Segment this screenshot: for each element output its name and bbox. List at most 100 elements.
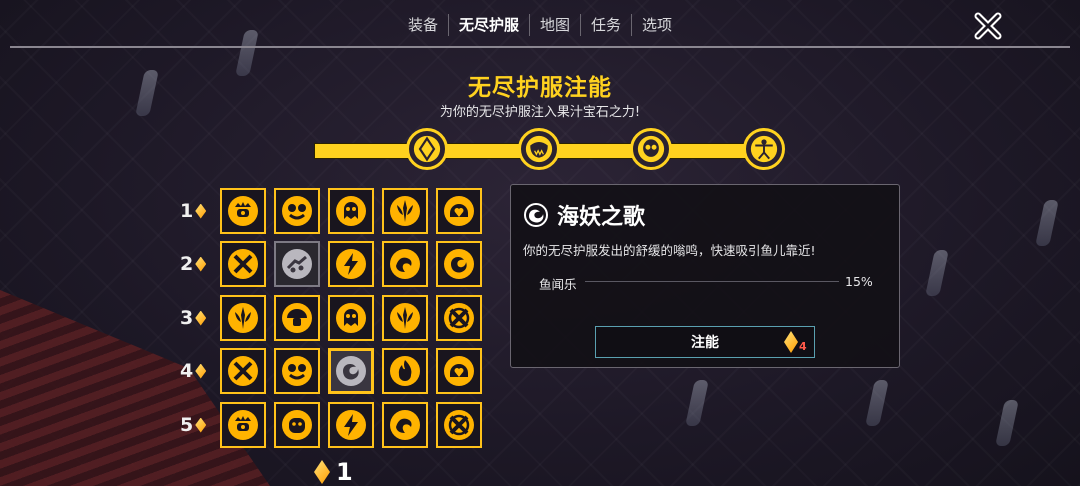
juice-gem-icon — [195, 417, 207, 433]
ability-slot-r2c5[interactable] — [436, 241, 482, 287]
stat-label: 鱼闻乐 — [539, 277, 577, 292]
juice-gem-icon — [784, 331, 798, 353]
page-title: 无尽护服注能 — [468, 75, 612, 101]
ability-detail-panel: 海妖之歌 你的无尽护服发出的舒缓的嗡鸣，快速吸引鱼儿靠近! 鱼闻乐 15% 注能… — [510, 184, 900, 368]
dragon-coil-icon — [444, 249, 474, 279]
ability-slot-r1c2[interactable] — [274, 188, 320, 234]
ability-slot-r4c1[interactable] — [220, 348, 266, 394]
ability-slot-r5c2[interactable] — [274, 402, 320, 448]
ability-title: 海妖之歌 — [523, 199, 645, 231]
row-label-2: 2 — [180, 249, 214, 279]
ability-slot-r2c1[interactable] — [220, 241, 266, 287]
row-label-5: 5 — [180, 410, 214, 440]
infuse-cost: 4 — [783, 331, 807, 353]
progress-node-1[interactable] — [406, 128, 448, 170]
ability-slot-r5c5[interactable] — [436, 402, 482, 448]
target-cross-icon — [444, 303, 474, 333]
ability-slot-r2c3[interactable] — [328, 241, 374, 287]
progress-node-3[interactable] — [630, 128, 672, 170]
helmet-heart-icon — [444, 356, 474, 386]
fleur-trident-icon — [390, 303, 420, 333]
ability-slot-r1c1[interactable] — [220, 188, 266, 234]
ability-slot-r3c3[interactable] — [328, 295, 374, 341]
row-number: 3 — [180, 307, 194, 329]
lightning-bolt-icon — [336, 249, 366, 279]
ability-slot-r2c4[interactable] — [382, 241, 428, 287]
stat-value: 15% — [845, 274, 873, 289]
top-tab-bar: 装备 无尽护服 地图 任务 选项 — [0, 14, 1080, 42]
flame-face-icon — [390, 356, 420, 386]
ability-slot-r5c4[interactable] — [382, 402, 428, 448]
ability-slot-r1c3[interactable] — [328, 188, 374, 234]
progress-node-2[interactable] — [518, 128, 560, 170]
fleur-trident-icon — [390, 196, 420, 226]
wave-swirl-icon — [390, 410, 420, 440]
juice-gem-icon — [195, 203, 207, 219]
background-crystal — [1035, 200, 1059, 246]
siren-swirl-icon — [336, 356, 366, 386]
infuse-button-label: 注能 — [691, 335, 719, 351]
background-crystal — [865, 380, 889, 426]
vitruvian-figure-icon — [750, 135, 778, 163]
background-crystal — [685, 380, 709, 426]
crown-bug-icon — [228, 196, 258, 226]
siren-swirl-icon — [524, 203, 548, 227]
row-label-3: 3 — [180, 303, 214, 333]
background-crystal — [925, 250, 949, 296]
stat-divider — [585, 281, 839, 282]
ability-slot-r4c2[interactable] — [274, 348, 320, 394]
row-label-4: 4 — [180, 356, 214, 386]
fish-school-icon — [282, 249, 312, 279]
fanged-mask-icon — [525, 135, 553, 163]
lightning-bolt-icon — [336, 410, 366, 440]
tab-0[interactable]: 装备 — [398, 14, 448, 36]
ability-slot-r3c1[interactable] — [220, 295, 266, 341]
ability-description: 你的无尽护服发出的舒缓的嗡鸣，快速吸引鱼儿靠近! — [523, 243, 816, 258]
juice-gem-icon — [195, 256, 207, 272]
gem-counter: 1 — [314, 458, 353, 486]
tab-bar-divider — [10, 46, 1070, 48]
bulldog-face-icon — [282, 410, 312, 440]
ability-slot-r3c2[interactable] — [274, 295, 320, 341]
infuse-cost-value: 4 — [799, 340, 807, 353]
ability-slot-r2c2[interactable] — [274, 241, 320, 287]
cross-tools-icon — [228, 356, 258, 386]
tab-3[interactable]: 任务 — [580, 14, 631, 36]
mushroom-face-icon — [282, 303, 312, 333]
ghost-orb-icon — [336, 196, 366, 226]
ability-slot-r5c1[interactable] — [220, 402, 266, 448]
tab-4[interactable]: 选项 — [631, 14, 682, 36]
ability-slot-r4c4[interactable] — [382, 348, 428, 394]
ability-slot-r1c5[interactable] — [436, 188, 482, 234]
juice-gem-icon — [195, 310, 207, 326]
juice-gem-icon — [314, 460, 330, 484]
crystal-icon — [413, 135, 441, 163]
skull-mask-icon — [637, 135, 665, 163]
close-icon[interactable] — [974, 12, 1002, 40]
frog-face-icon — [282, 196, 312, 226]
row-number: 2 — [180, 253, 194, 275]
gem-count-value: 1 — [336, 458, 353, 486]
row-label-1: 1 — [180, 196, 214, 226]
ability-slot-r4c3[interactable] — [328, 348, 374, 394]
tab-2[interactable]: 地图 — [528, 14, 580, 36]
progress-node-4[interactable] — [743, 128, 785, 170]
ability-slot-r3c5[interactable] — [436, 295, 482, 341]
cross-tools-icon — [228, 249, 258, 279]
helmet-heart-icon — [444, 196, 474, 226]
ability-slot-r5c3[interactable] — [328, 402, 374, 448]
row-number: 1 — [180, 200, 194, 222]
tab-1[interactable]: 无尽护服 — [447, 14, 529, 36]
wave-swirl-icon — [390, 249, 420, 279]
page-subtitle: 为你的无尽护服注入果汁宝石之力! — [439, 105, 641, 120]
ghost-orb-icon — [336, 303, 366, 333]
infuse-button[interactable]: 注能 — [595, 326, 815, 358]
ability-slot-r3c4[interactable] — [382, 295, 428, 341]
crown-bug-icon — [228, 410, 258, 440]
juice-gem-icon — [195, 363, 207, 379]
background-crystal — [995, 400, 1019, 446]
row-number: 4 — [180, 360, 194, 382]
ability-title-text: 海妖之歌 — [557, 205, 646, 230]
ability-slot-r1c4[interactable] — [382, 188, 428, 234]
ability-slot-r4c5[interactable] — [436, 348, 482, 394]
